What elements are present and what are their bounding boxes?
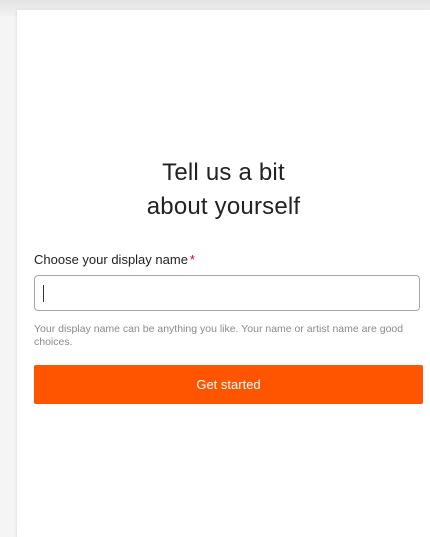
display-name-hint: Your display name can be anything you li… bbox=[34, 323, 404, 348]
dialog-title: Tell us a bit about yourself bbox=[146, 159, 301, 220]
display-name-input[interactable] bbox=[34, 275, 420, 311]
display-name-label-text: Choose your display name bbox=[34, 252, 188, 267]
required-marker: * bbox=[189, 252, 195, 267]
text-caret bbox=[43, 285, 44, 302]
profile-setup-dialog: Tell us a bit about yourself Choose your … bbox=[17, 10, 430, 537]
display-name-label: Choose your display name * bbox=[34, 252, 195, 267]
get-started-button[interactable]: Get started bbox=[34, 365, 423, 404]
